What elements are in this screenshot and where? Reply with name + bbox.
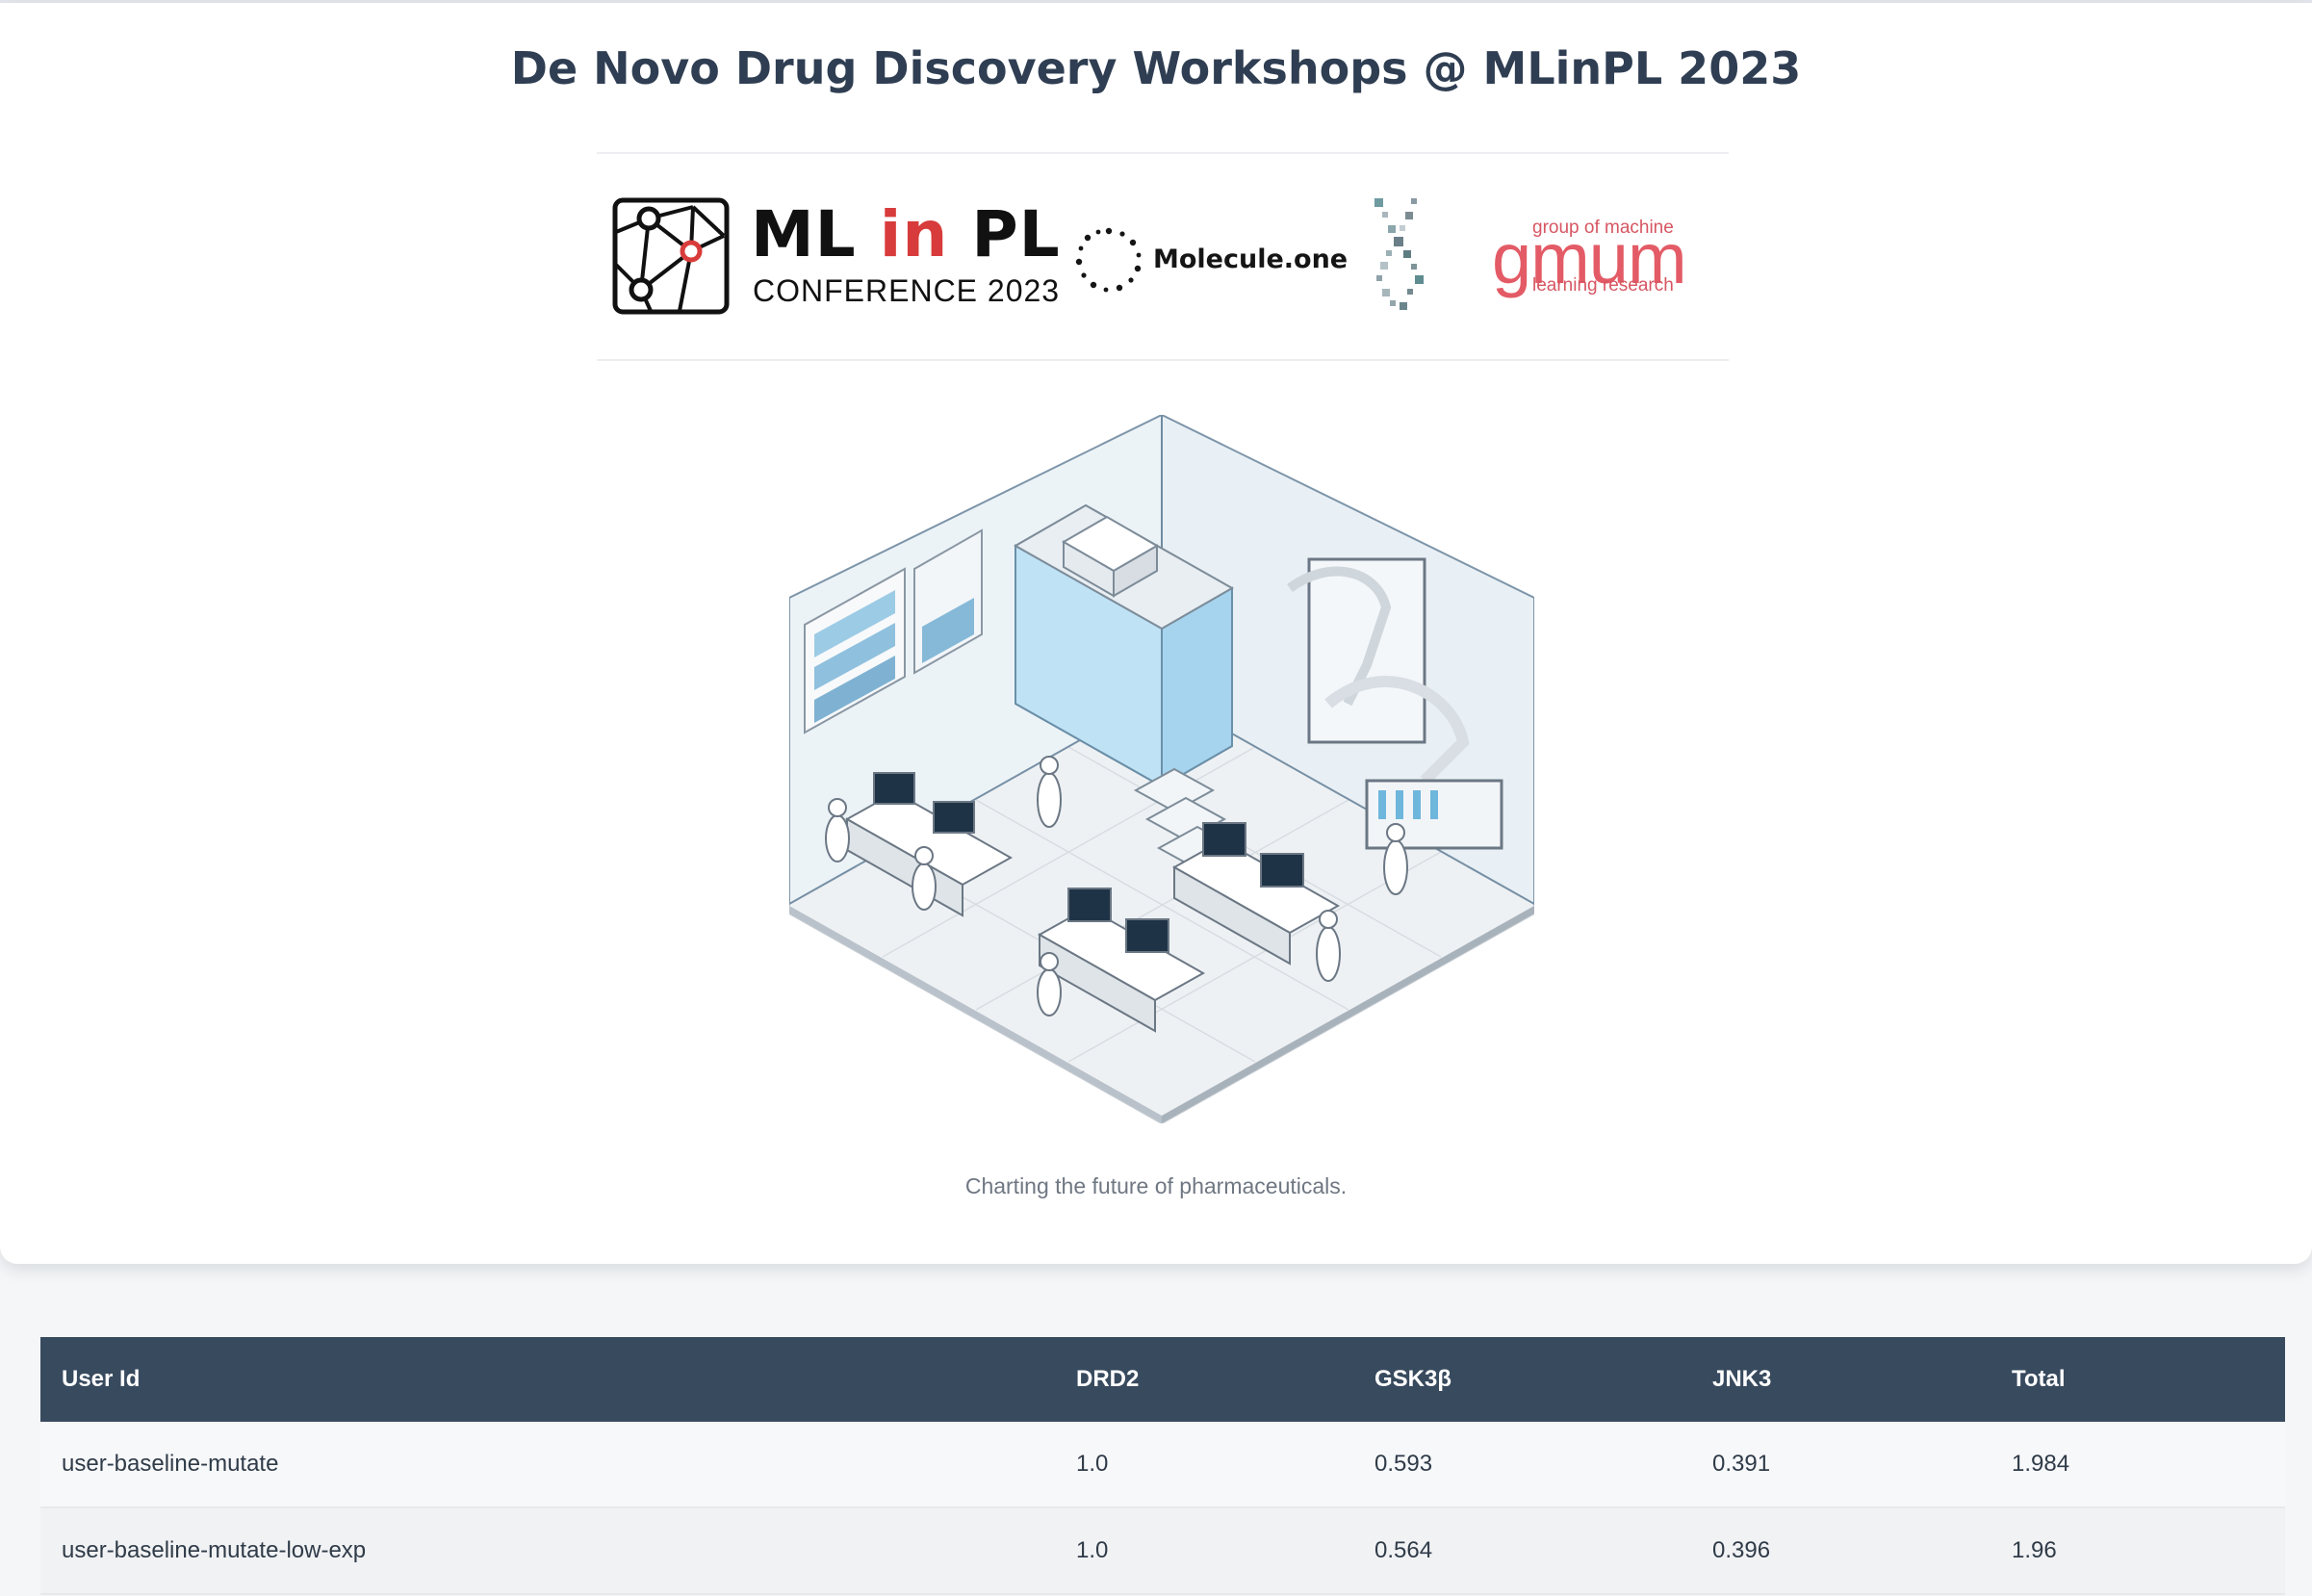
column-header-gsk3b[interactable]: GSK3β [1353, 1337, 1691, 1422]
molecule-one-logo[interactable]: Molecule.one [1074, 223, 1353, 300]
mlinpl-subtitle: CONFERENCE 2023 [753, 273, 1061, 308]
molecule-dots-icon [1075, 227, 1142, 293]
cell-total: 1.984 [1991, 1422, 2285, 1508]
cell-user-id: user-baseline-mutate [40, 1422, 1055, 1508]
cell-gsk3b: 0.593 [1353, 1422, 1691, 1508]
cell-total: 1.96 [1991, 1507, 2285, 1595]
mlinpl-logo[interactable]: ML in PL CONFERENCE 2023 [612, 197, 1060, 318]
mlinpl-wordmark: ML in PL [751, 197, 1061, 271]
column-header-user-id[interactable]: User Id [40, 1337, 1055, 1422]
column-header-drd2[interactable]: DRD2 [1055, 1337, 1353, 1422]
helix-logo[interactable] [1373, 196, 1442, 318]
header-card: De Novo Drug Discovery Workshops @ MLinP… [0, 3, 2312, 1264]
mlinpl-network-icon [612, 197, 730, 315]
cell-user-id: user-baseline-mutate-low-exp [40, 1507, 1055, 1595]
leaderboard-table: User Id DRD2 GSK3β JNK3 Total user-basel… [40, 1337, 2285, 1595]
gmum-tagline-top: group of machine [1532, 218, 1674, 238]
cell-jnk3: 0.391 [1691, 1422, 1991, 1508]
dna-helix-icon [1374, 198, 1424, 310]
table-header-row: User Id DRD2 GSK3β JNK3 Total [40, 1337, 2285, 1422]
table-row[interactable]: user-baseline-mutate-low-exp 1.0 0.564 0… [40, 1507, 2285, 1595]
cell-jnk3: 0.396 [1691, 1507, 1991, 1595]
column-header-jnk3[interactable]: JNK3 [1691, 1337, 1991, 1422]
gmum-logo[interactable]: gmum group of machine learning research [1492, 218, 1713, 300]
column-header-total[interactable]: Total [1991, 1337, 2285, 1422]
molecule-one-name: Molecule.one [1153, 245, 1349, 274]
lab-illustration-image [789, 415, 1534, 1123]
tagline: Charting the future of pharmaceuticals. [964, 1173, 1348, 1198]
gmum-tagline-bottom: learning research [1532, 275, 1674, 296]
cell-gsk3b: 0.564 [1353, 1507, 1691, 1595]
page-title: De Novo Drug Discovery Workshops @ MLinP… [510, 42, 1802, 94]
sponsor-logos: ML in PL CONFERENCE 2023 Molecule.one gm… [597, 152, 1729, 361]
cell-drd2: 1.0 [1055, 1507, 1353, 1595]
cell-drd2: 1.0 [1055, 1422, 1353, 1508]
table-row[interactable]: user-baseline-mutate 1.0 0.593 0.391 1.9… [40, 1422, 2285, 1508]
